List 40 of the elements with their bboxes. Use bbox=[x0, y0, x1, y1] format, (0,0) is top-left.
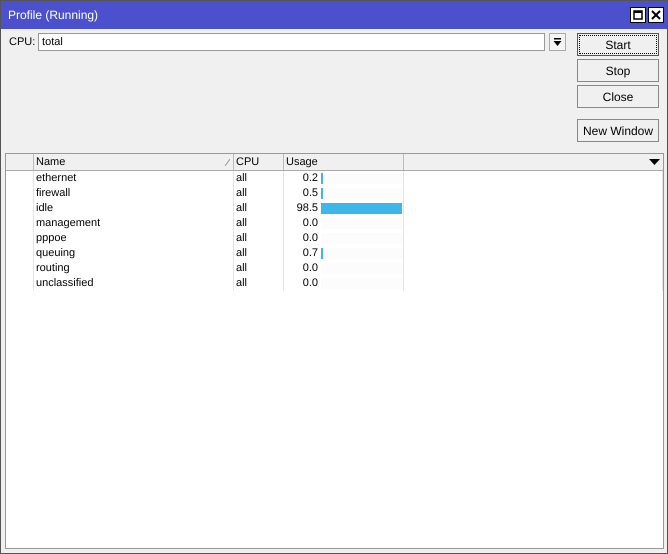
table-cell: idle bbox=[34, 201, 234, 216]
table-cell: ethernet bbox=[34, 171, 234, 186]
usage-value: 0.0 bbox=[302, 276, 318, 291]
window-button[interactable]: New Window bbox=[577, 119, 659, 142]
usage-value: 0.0 bbox=[302, 261, 318, 276]
table-cell: all bbox=[234, 261, 284, 276]
table-cell: queuing bbox=[34, 246, 234, 261]
table-cell: routing bbox=[34, 261, 234, 276]
column-header[interactable]: Usage bbox=[284, 154, 404, 170]
table-cell: management bbox=[34, 216, 234, 231]
column-header-text: Name bbox=[36, 155, 66, 170]
table-cell: all bbox=[234, 216, 284, 231]
usage-value: 0.2 bbox=[302, 171, 318, 186]
table-cell: all bbox=[234, 276, 284, 291]
table-cell: firewall bbox=[34, 186, 234, 201]
window-button[interactable]: Close bbox=[577, 85, 659, 108]
dropdown-button[interactable] bbox=[549, 33, 566, 51]
window-button[interactable]: Stop bbox=[577, 59, 659, 82]
table-cell: unclassified bbox=[34, 276, 234, 291]
maximize-button[interactable] bbox=[630, 7, 646, 23]
close-button[interactable] bbox=[648, 7, 664, 23]
table-cell: all bbox=[234, 171, 284, 186]
table-cell: all bbox=[234, 246, 284, 261]
cpu-label: CPU: bbox=[9, 34, 36, 50]
table-cell: all bbox=[234, 231, 284, 246]
window-button[interactable]: Start bbox=[577, 33, 659, 56]
column-menu-icon[interactable] bbox=[649, 159, 663, 165]
window-title: Profile (Running) bbox=[8, 7, 100, 24]
column-header[interactable]: CPU bbox=[234, 154, 284, 170]
sort-icon bbox=[225, 158, 233, 166]
dropdown-arrow-icon bbox=[553, 38, 562, 46]
usage-value: 0.0 bbox=[302, 231, 318, 246]
usage-value: 0.5 bbox=[302, 186, 318, 201]
usage-value: 0.0 bbox=[302, 216, 318, 231]
table-cell: pppoe bbox=[34, 231, 234, 246]
table-cell: all bbox=[234, 201, 284, 216]
cpu-field[interactable]: total bbox=[38, 33, 545, 51]
usage-value: 98.5 bbox=[296, 201, 318, 216]
usage-value: 0.7 bbox=[302, 246, 318, 261]
table-cell: all bbox=[234, 186, 284, 201]
